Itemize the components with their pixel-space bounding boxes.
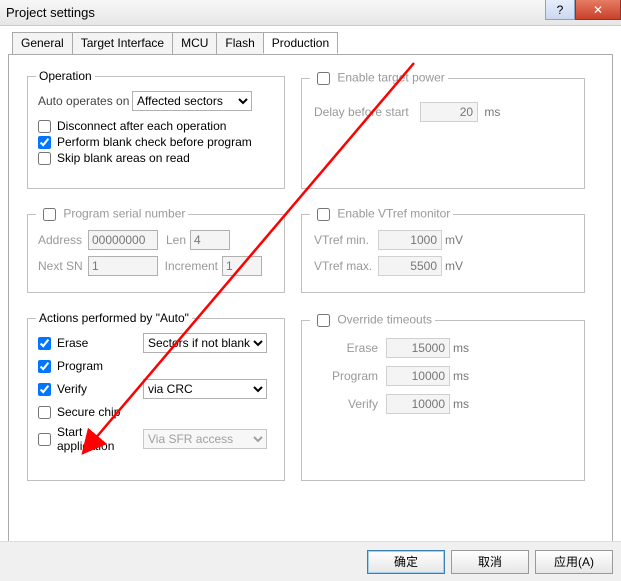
group-target-power: Enable target power Delay before start 2… <box>301 69 585 189</box>
blank-check-label: Perform blank check before program <box>57 135 252 149</box>
secure-label: Secure chip <box>57 405 120 419</box>
start-app-checkbox[interactable] <box>38 433 51 446</box>
serial-checkbox[interactable] <box>43 208 56 221</box>
program-checkbox[interactable] <box>38 360 51 373</box>
tab-general[interactable]: General <box>12 32 73 54</box>
legend-vtref: Enable VTref monitor <box>310 205 453 224</box>
vtref-min-value: 1000 <box>378 230 442 250</box>
dialog-button-bar: 确定 取消 应用(A) <box>0 541 621 581</box>
legend-operation: Operation <box>36 69 95 83</box>
tab-strip: General Target Interface MCU Flash Produ… <box>12 32 621 54</box>
verify-checkbox[interactable] <box>38 383 51 396</box>
increment-input <box>222 256 262 276</box>
help-button[interactable]: ? <box>545 0 575 20</box>
group-serial: Program serial number Address Len Next S… <box>27 205 285 293</box>
legend-serial: Program serial number <box>36 205 188 224</box>
to-verify-value: 10000 <box>386 394 450 414</box>
delay-unit: ms <box>484 105 500 119</box>
auto-operates-select[interactable]: Affected sectors <box>132 91 252 111</box>
secure-checkbox[interactable] <box>38 406 51 419</box>
legend-timeouts: Override timeouts <box>310 311 435 330</box>
group-operation: Operation Auto operates on Affected sect… <box>27 69 285 189</box>
apply-button[interactable]: 应用(A) <box>535 550 613 574</box>
len-label: Len <box>158 233 186 247</box>
timeouts-checkbox[interactable] <box>317 314 330 327</box>
to-erase-label: Erase <box>314 341 378 355</box>
erase-mode-select[interactable]: Sectors if not blank <box>143 333 267 353</box>
disconnect-checkbox[interactable] <box>38 120 51 133</box>
target-power-checkbox[interactable] <box>317 72 330 85</box>
address-label: Address <box>38 233 88 247</box>
increment-label: Increment <box>158 259 218 273</box>
start-app-mode-select: Via SFR access <box>143 429 267 449</box>
vtref-max-value: 5500 <box>378 256 442 276</box>
legend-actions: Actions performed by "Auto" <box>36 311 192 325</box>
blank-check-checkbox[interactable] <box>38 136 51 149</box>
to-program-value: 10000 <box>386 366 450 386</box>
group-timeouts: Override timeouts Erase 15000 ms Program… <box>301 311 585 481</box>
nextsn-label: Next SN <box>38 259 88 273</box>
program-label: Program <box>57 359 103 373</box>
ok-button[interactable]: 确定 <box>367 550 445 574</box>
group-actions: Actions performed by "Auto" Erase Sector… <box>27 311 285 481</box>
vtref-checkbox[interactable] <box>317 208 330 221</box>
to-erase-value: 15000 <box>386 338 450 358</box>
tab-flash[interactable]: Flash <box>216 32 263 54</box>
skip-blank-label: Skip blank areas on read <box>57 151 190 165</box>
len-input <box>190 230 230 250</box>
disconnect-label: Disconnect after each operation <box>57 119 226 133</box>
skip-blank-checkbox[interactable] <box>38 152 51 165</box>
close-button[interactable]: ✕ <box>575 0 621 20</box>
erase-checkbox[interactable] <box>38 337 51 350</box>
address-input <box>88 230 158 250</box>
vtref-max-label: VTref max. <box>314 259 378 273</box>
auto-operates-label: Auto operates on <box>38 94 132 108</box>
vtref-min-unit: mV <box>445 233 463 247</box>
start-app-label: Start application <box>57 425 143 453</box>
tab-panel: Operation Auto operates on Affected sect… <box>8 54 613 556</box>
verify-mode-select[interactable]: via CRC <box>143 379 267 399</box>
to-verify-label: Verify <box>314 397 378 411</box>
to-program-label: Program <box>314 369 378 383</box>
cancel-button[interactable]: 取消 <box>451 550 529 574</box>
vtref-min-label: VTref min. <box>314 233 378 247</box>
group-vtref: Enable VTref monitor VTref min. 1000 mV … <box>301 205 585 293</box>
titlebar: Project settings ? ✕ <box>0 0 621 26</box>
erase-label: Erase <box>57 336 143 350</box>
tab-production[interactable]: Production <box>263 32 338 54</box>
vtref-max-unit: mV <box>445 259 463 273</box>
delay-label: Delay before start <box>314 105 409 119</box>
nextsn-input <box>88 256 158 276</box>
tab-mcu[interactable]: MCU <box>172 32 217 54</box>
verify-label: Verify <box>57 382 143 396</box>
tab-target-interface[interactable]: Target Interface <box>72 32 173 54</box>
legend-target-power: Enable target power <box>310 69 448 88</box>
window-title: Project settings <box>6 5 95 20</box>
delay-value: 20 <box>420 102 478 122</box>
